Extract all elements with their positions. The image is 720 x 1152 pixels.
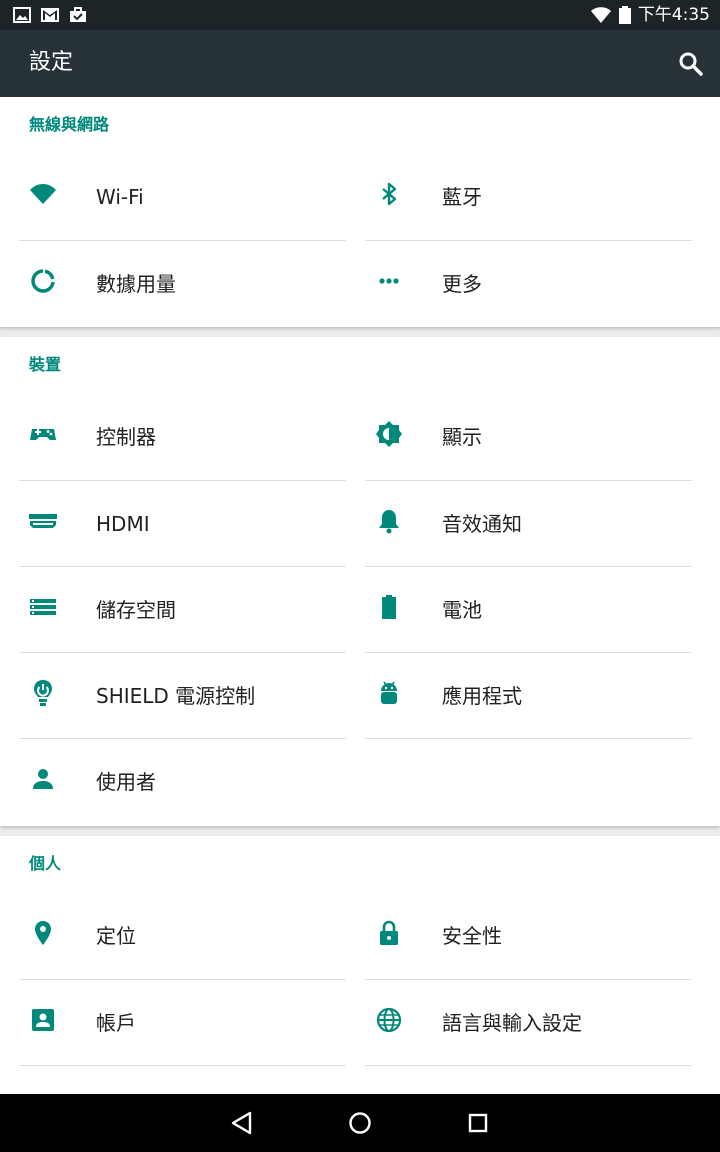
app-bar: 設定 [0, 30, 720, 97]
more-icon [375, 267, 403, 295]
recents-button[interactable] [463, 1108, 493, 1138]
power-bulb-icon [29, 679, 57, 707]
setting-item-hdmi[interactable]: HDMI [19, 481, 346, 567]
setting-item-controllers[interactable]: 控制器 [19, 394, 346, 480]
section-title: 無線與網路 [29, 115, 110, 134]
setting-item-data-usage[interactable]: 數據用量 [19, 241, 346, 327]
section-device: 裝置 控制器 顯示 HDMI 音效通知 儲存空間 電池 SHIELD 電源控制 … [0, 337, 720, 826]
setting-item-more[interactable]: 更多 [365, 241, 692, 327]
setting-label: SHIELD 電源控制 [96, 684, 256, 708]
setting-label: 音效通知 [442, 512, 522, 536]
setting-label: 安全性 [442, 924, 502, 948]
setting-label: 帳戶 [96, 1011, 136, 1035]
battery-icon [375, 593, 403, 621]
location-icon [29, 919, 57, 947]
section-title: 個人 [29, 854, 62, 873]
setting-item-battery[interactable]: 電池 [365, 567, 692, 653]
gmail-icon [40, 5, 60, 25]
back-button[interactable] [227, 1108, 257, 1138]
hdmi-icon [29, 507, 57, 535]
storage-icon [29, 593, 57, 621]
home-icon [349, 1112, 371, 1134]
account-box-icon [29, 1006, 57, 1034]
lock-icon [375, 919, 403, 947]
section-personal: 個人 定位 安全性 帳戶 語言與輸入設定 [0, 836, 720, 1094]
wifi-icon [29, 180, 57, 208]
setting-label: 顯示 [442, 425, 482, 449]
search-icon [679, 52, 703, 76]
bluetooth-icon [375, 180, 403, 208]
setting-label: 更多 [442, 272, 482, 296]
back-icon [231, 1111, 252, 1135]
divider [365, 738, 692, 739]
section-title: 裝置 [29, 355, 62, 374]
setting-item-storage[interactable]: 儲存空間 [19, 567, 346, 653]
notification-icons [12, 5, 88, 25]
shopping-bag-icon [68, 5, 88, 25]
bell-icon [375, 507, 403, 535]
android-icon [375, 679, 403, 707]
setting-item-accounts[interactable]: 帳戶 [19, 980, 346, 1066]
setting-label: 藍牙 [442, 185, 482, 209]
brightness-icon [375, 420, 403, 448]
setting-label: 定位 [96, 924, 136, 948]
status-bar: 下午4:35 [0, 0, 720, 30]
setting-item-users[interactable]: 使用者 [19, 739, 346, 825]
setting-item-wifi[interactable]: Wi-Fi [19, 154, 346, 240]
globe-icon [375, 1006, 403, 1034]
battery-icon [618, 5, 632, 25]
setting-label: 語言與輸入設定 [442, 1011, 582, 1035]
recents-icon [468, 1113, 488, 1133]
setting-item-apps[interactable]: 應用程式 [365, 653, 692, 739]
setting-item-language-input[interactable]: 語言與輸入設定 [365, 980, 692, 1066]
setting-label: 控制器 [96, 425, 156, 449]
setting-item-location[interactable]: 定位 [19, 893, 346, 979]
section-wireless-networks: 無線與網路 Wi-Fi 藍牙 數據用量 更多 [0, 97, 720, 327]
image-icon [12, 5, 32, 25]
setting-item-shield-power[interactable]: SHIELD 電源控制 [19, 653, 346, 739]
search-button[interactable] [676, 49, 706, 79]
settings-list[interactable]: 無線與網路 Wi-Fi 藍牙 數據用量 更多 裝置 控制器 顯示 HDMI 音效… [0, 97, 720, 1094]
home-button[interactable] [345, 1108, 375, 1138]
navigation-bar [0, 1094, 720, 1152]
data-usage-icon [29, 267, 57, 295]
setting-label: 應用程式 [442, 684, 522, 708]
setting-label: 電池 [442, 598, 482, 622]
divider [19, 1065, 346, 1066]
setting-item-display[interactable]: 顯示 [365, 394, 692, 480]
setting-label: Wi-Fi [96, 185, 144, 209]
setting-label: 數據用量 [96, 272, 176, 296]
wifi-icon [590, 5, 612, 25]
gamepad-icon [29, 420, 57, 448]
setting-label: 使用者 [96, 770, 156, 794]
setting-label: HDMI [96, 512, 150, 536]
page-title: 設定 [29, 50, 74, 75]
setting-item-bluetooth[interactable]: 藍牙 [365, 154, 692, 240]
divider [365, 1065, 692, 1066]
person-icon [29, 765, 57, 793]
clock: 下午4:35 [637, 5, 710, 25]
setting-item-security[interactable]: 安全性 [365, 893, 692, 979]
setting-item-sound-notification[interactable]: 音效通知 [365, 481, 692, 567]
setting-label: 儲存空間 [96, 598, 176, 622]
